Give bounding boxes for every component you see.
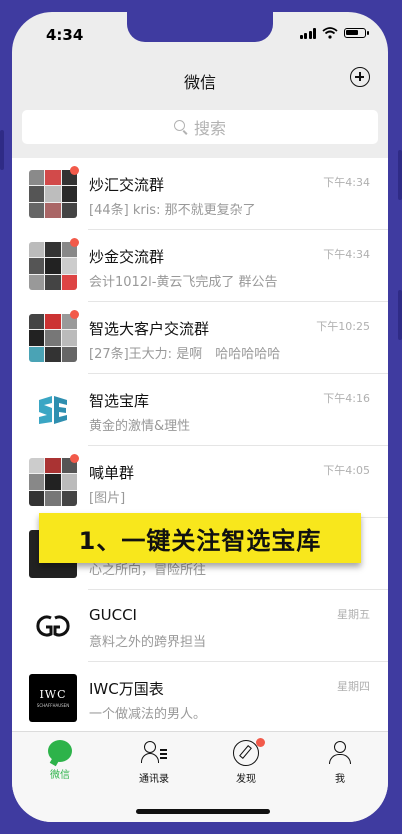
group-avatar	[29, 170, 77, 218]
gucci-logo-icon	[29, 602, 77, 650]
battery-icon	[344, 28, 369, 38]
status-icons	[299, 27, 369, 39]
se-logo-avatar	[29, 386, 77, 434]
home-indicator	[136, 809, 270, 814]
discover-badge	[256, 738, 265, 747]
chat-row[interactable]: 智选宝库 黄金的激情&理性 下午4:16	[12, 374, 388, 446]
instruction-banner: 1、一键关注智选宝库	[39, 513, 361, 563]
chat-preview: 一个做减法的男人。	[89, 707, 207, 722]
tab-bar: 微信 通讯录 发现 我	[12, 731, 388, 822]
chat-preview: [27条]王大力: 是啊 哈哈哈哈哈	[89, 347, 281, 362]
notch	[127, 12, 273, 42]
contacts-icon	[141, 740, 167, 766]
chat-row[interactable]: 智选大客户交流群 [27条]王大力: 是啊 哈哈哈哈哈 下午10:25	[12, 302, 388, 374]
unread-badge	[70, 238, 79, 247]
chat-preview: [图片]	[89, 491, 126, 506]
chat-time: 下午4:05	[323, 464, 370, 477]
chat-preview: 会计1012l-黄云飞完成了 群公告	[89, 275, 278, 290]
chat-list: 炒汇交流群 [44条] kris: 那不就更复杂了 下午4:34 炒金交流群 会…	[12, 158, 388, 734]
search-icon	[173, 120, 188, 134]
status-bar: 4:34	[12, 12, 388, 56]
chat-name: IWC万国表	[89, 680, 164, 698]
tab-label: 通讯录	[139, 774, 169, 785]
side-button	[398, 290, 402, 340]
chat-preview: [44条] kris: 那不就更复杂了	[89, 203, 256, 218]
search-placeholder: 搜索	[193, 119, 226, 138]
group-avatar	[29, 314, 77, 362]
chat-row[interactable]: 炒金交流群 会计1012l-黄云飞完成了 群公告 下午4:34	[12, 230, 388, 302]
iwc-logo-subtext: SCHAFFHAUSEN	[36, 703, 70, 708]
chat-time: 下午10:25	[316, 320, 370, 333]
chat-name: 炒金交流群	[89, 248, 165, 266]
tab-chats[interactable]: 微信	[20, 740, 100, 781]
signal-icon	[299, 27, 316, 39]
se-logo-icon	[39, 396, 67, 424]
side-button	[398, 150, 402, 200]
tab-contacts[interactable]: 通讯录	[114, 740, 194, 785]
chat-time: 下午4:16	[323, 392, 370, 405]
screen: 4:34 微信 搜索 炒汇交流群 [44条] kris: 那不就更复杂了 下午4…	[12, 12, 388, 822]
chat-name: GUCCI	[89, 606, 137, 624]
chat-time: 下午4:34	[323, 176, 370, 189]
search-bar[interactable]: 搜索	[22, 110, 378, 144]
unread-badge	[70, 310, 79, 319]
chat-name: 炒汇交流群	[89, 176, 165, 194]
page-title: 微信	[183, 73, 216, 92]
chat-name: 智选大客户交流群	[89, 320, 210, 338]
chat-row[interactable]: IWC SCHAFFHAUSEN IWC万国表 一个做减法的男人。 星期四	[12, 662, 388, 734]
chat-name: 喊单群	[89, 464, 135, 482]
phone-frame: 4:34 微信 搜索 炒汇交流群 [44条] kris: 那不就更复杂了 下午4…	[0, 0, 402, 834]
iwc-logo-text: IWC	[39, 688, 67, 701]
tab-label: 我	[335, 774, 345, 785]
chat-time: 下午4:34	[323, 248, 370, 261]
tab-label: 发现	[236, 774, 256, 785]
iwc-logo-icon: IWC SCHAFFHAUSEN	[29, 674, 77, 722]
tab-discover[interactable]: 发现	[206, 738, 286, 785]
status-time: 4:34	[46, 26, 84, 44]
chat-preview: 意料之外的跨界担当	[89, 635, 207, 650]
group-avatar	[29, 458, 77, 506]
tab-me[interactable]: 我	[300, 740, 380, 785]
compass-icon	[233, 738, 265, 766]
unread-badge	[70, 454, 79, 463]
unread-badge	[70, 166, 79, 175]
add-button[interactable]	[350, 67, 370, 87]
chat-row[interactable]: 炒汇交流群 [44条] kris: 那不就更复杂了 下午4:34	[12, 158, 388, 230]
chat-time: 星期四	[337, 680, 370, 693]
group-avatar	[29, 242, 77, 290]
chat-bubble-icon	[48, 740, 72, 762]
person-icon	[327, 740, 353, 766]
chat-row[interactable]: 喊单群 [图片] 下午4:05	[12, 446, 388, 518]
chat-time: 星期五	[337, 608, 370, 621]
tab-label: 微信	[50, 770, 70, 781]
chat-name: 智选宝库	[89, 392, 150, 410]
chat-row[interactable]: GUCCI 意料之外的跨界担当 星期五	[12, 590, 388, 662]
chat-preview: 黄金的激情&理性	[89, 419, 191, 434]
wifi-icon	[322, 27, 338, 39]
side-button	[0, 130, 4, 170]
